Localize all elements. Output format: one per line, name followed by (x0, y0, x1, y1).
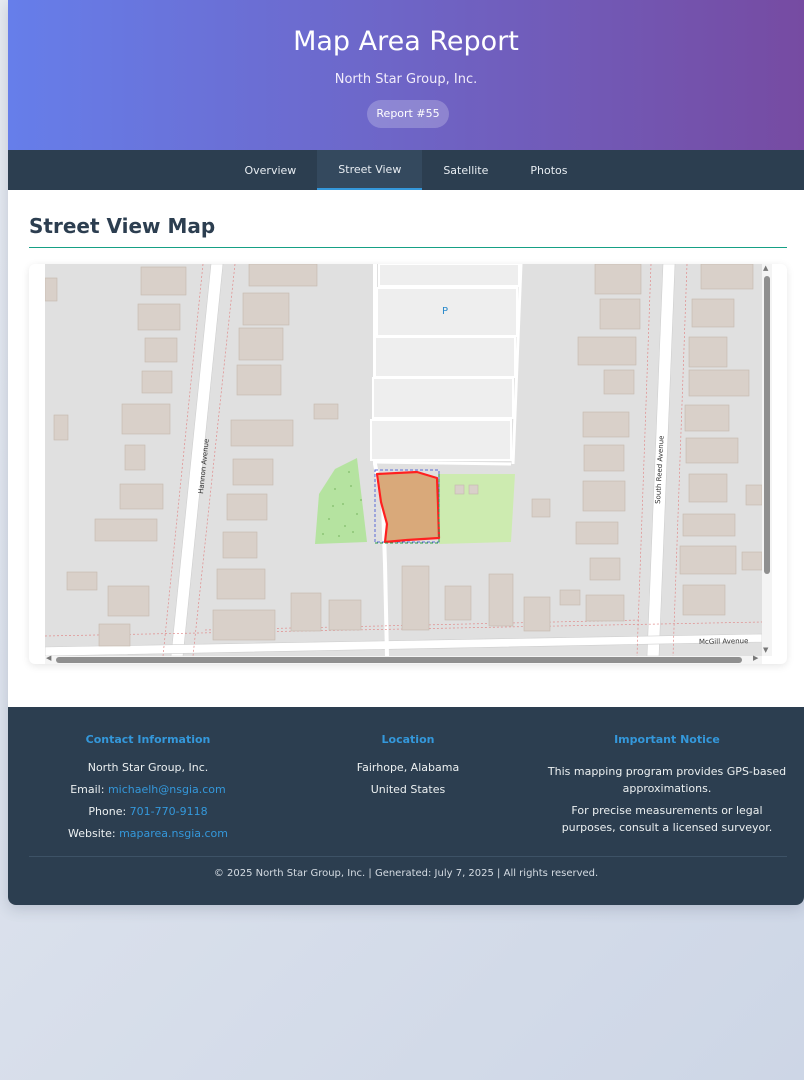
contact-phone-row: Phone: 701-770-9118 (28, 801, 268, 823)
notice-heading: Important Notice (614, 733, 720, 746)
page-title: Map Area Report (293, 26, 519, 57)
tab-photos[interactable]: Photos (509, 150, 588, 190)
horizontal-scroll-thumb[interactable] (56, 657, 742, 663)
phone-label: Phone: (88, 805, 127, 818)
parcel-boundary[interactable] (375, 470, 441, 544)
copyright: © 2025 North Star Group, Inc. | Generate… (213, 868, 599, 879)
contact-company: North Star Group, Inc. (87, 761, 209, 774)
footer-notice: Important Notice This mapping program pr… (544, 729, 790, 841)
report-badge: Report #55 (367, 100, 449, 128)
street-label-mcgill: McGill Avenue (699, 637, 749, 646)
tab-overview[interactable]: Overview (224, 150, 318, 190)
tab-street-view[interactable]: Street View (317, 150, 423, 190)
scroll-left-icon[interactable]: ◀ (46, 654, 51, 662)
company-name: North Star Group, Inc. (334, 72, 478, 87)
footer: Contact Information North Star Group, In… (8, 707, 804, 905)
notice-line-2: For precise measurements or legal purpos… (561, 804, 773, 834)
scroll-right-icon[interactable]: ▶ (753, 654, 758, 662)
contact-email-row: Email: michaelh@nsgia.com (28, 779, 268, 801)
map-card: P Hannon Avenue South Reed Avenue McGill… (29, 264, 787, 664)
email-link[interactable]: michaelh@nsgia.com (108, 783, 226, 796)
location-country: United States (370, 783, 446, 796)
street-map[interactable]: P Hannon Avenue South Reed Avenue McGill… (45, 264, 762, 656)
scroll-down-icon[interactable]: ▼ (763, 646, 768, 654)
report-container: Map Area Report North Star Group, Inc. R… (8, 0, 804, 905)
footer-divider (29, 856, 787, 857)
location-heading: Location (381, 733, 435, 746)
tab-satellite[interactable]: Satellite (422, 150, 509, 190)
report-header: Map Area Report North Star Group, Inc. R… (8, 0, 804, 150)
website-link[interactable]: maparea.nsgia.com (119, 827, 228, 840)
map-vertical-scrollbar[interactable]: ▲ ▼ (762, 264, 772, 656)
scroll-up-icon[interactable]: ▲ (763, 264, 768, 272)
notice-line-1: This mapping program provides GPS-based … (547, 765, 787, 795)
nav-bar: Overview Street View Satellite Photos (8, 150, 804, 190)
footer-contact: Contact Information North Star Group, In… (28, 729, 268, 845)
parking-label: P (442, 306, 448, 317)
main-content: Street View Map (8, 214, 804, 248)
contact-heading: Contact Information (85, 733, 211, 746)
website-label: Website: (68, 827, 116, 840)
location-city: Fairhope, Alabama (356, 761, 460, 774)
section-title: Street View Map (29, 214, 787, 248)
phone-link[interactable]: 701-770-9118 (130, 805, 208, 818)
vertical-scroll-thumb[interactable] (764, 276, 770, 574)
email-label: Email: (70, 783, 105, 796)
map-horizontal-scrollbar[interactable]: ◀ ▶ (45, 654, 762, 664)
contact-website-row: Website: maparea.nsgia.com (28, 823, 268, 845)
footer-location: Location Fairhope, Alabama United States (288, 729, 528, 801)
parking-lot (370, 264, 520, 461)
grass-area (439, 474, 515, 544)
